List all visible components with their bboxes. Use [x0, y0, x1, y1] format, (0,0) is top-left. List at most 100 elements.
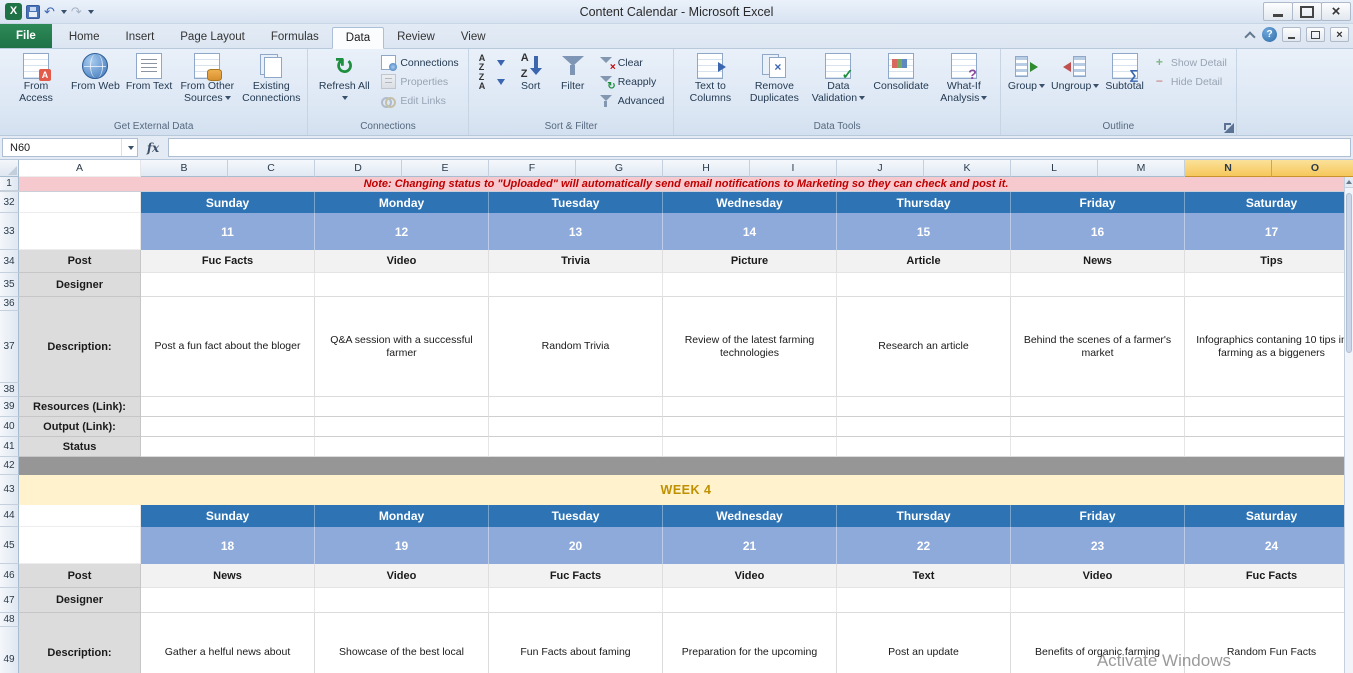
workbook-close-button[interactable] [1330, 27, 1349, 42]
description-cell[interactable]: Post an update [837, 613, 1011, 673]
undo-dropdown-icon[interactable] [60, 9, 67, 14]
row-label-cell[interactable]: Designer [19, 273, 141, 297]
vertical-scrollbar[interactable] [1344, 177, 1353, 673]
date-cell[interactable]: 13 [489, 213, 663, 250]
excel-app-icon[interactable] [5, 3, 22, 20]
row-header[interactable]: 48 [0, 613, 19, 627]
empty-cell[interactable] [663, 273, 837, 297]
column-header[interactable]: K [924, 160, 1011, 177]
day-header-cell[interactable]: Saturday [1185, 505, 1353, 527]
clear-filter-button[interactable]: Clear [596, 54, 668, 73]
post-type-cell[interactable]: Video [315, 564, 489, 588]
empty-cell[interactable] [1185, 417, 1353, 437]
row-header[interactable]: 34 [0, 250, 19, 273]
post-type-cell[interactable]: Article [837, 250, 1011, 273]
row-label-cell[interactable]: Post [19, 250, 141, 273]
date-cell[interactable]: 15 [837, 213, 1011, 250]
existing-connections-button[interactable]: Existing Connections [239, 51, 303, 120]
empty-cell[interactable] [663, 588, 837, 613]
column-header[interactable]: J [837, 160, 924, 177]
date-cell[interactable]: 24 [1185, 527, 1353, 564]
tab-home[interactable]: Home [56, 26, 113, 48]
date-cell[interactable]: 20 [489, 527, 663, 564]
column-header-selected[interactable]: O [1272, 160, 1353, 177]
post-type-cell[interactable]: News [141, 564, 315, 588]
row-header[interactable]: 42 [0, 457, 19, 475]
row-header[interactable]: 41 [0, 437, 19, 457]
post-type-cell[interactable]: Video [663, 564, 837, 588]
row-header[interactable]: 49 [0, 627, 19, 673]
day-header-cell[interactable]: Sunday [141, 505, 315, 527]
what-if-analysis-button[interactable]: What-If Analysis [932, 51, 996, 120]
close-button[interactable] [1321, 2, 1351, 21]
row-label-cell[interactable]: Output (Link): [19, 417, 141, 437]
sort-a-to-z-button[interactable] [475, 53, 508, 72]
day-header-cell[interactable]: Friday [1011, 192, 1185, 213]
tab-insert[interactable]: Insert [113, 26, 168, 48]
tab-file[interactable]: File [0, 24, 52, 48]
column-header[interactable]: D [315, 160, 402, 177]
column-header[interactable]: H [663, 160, 750, 177]
empty-cell[interactable] [663, 397, 837, 417]
empty-cell[interactable] [141, 273, 315, 297]
maximize-button[interactable] [1292, 2, 1322, 21]
empty-cell[interactable] [315, 437, 489, 457]
description-cell[interactable]: Preparation for the upcoming [663, 613, 837, 673]
row-header[interactable]: 35 [0, 273, 19, 297]
row-header[interactable]: 38 [0, 383, 19, 397]
row-header[interactable]: 44 [0, 505, 19, 527]
date-cell[interactable]: 19 [315, 527, 489, 564]
tab-page-layout[interactable]: Page Layout [167, 26, 258, 48]
insert-function-button[interactable]: fx [138, 136, 168, 159]
day-header-cell[interactable]: Thursday [837, 192, 1011, 213]
column-header[interactable]: B [141, 160, 228, 177]
consolidate-button[interactable]: Consolidate [870, 51, 931, 120]
empty-cell[interactable] [837, 273, 1011, 297]
row-header[interactable]: 39 [0, 397, 19, 417]
row-header[interactable]: 37 [0, 311, 19, 383]
empty-cell[interactable] [1011, 417, 1185, 437]
sort-z-to-a-button[interactable] [475, 72, 508, 91]
description-cell[interactable]: Gather a helful news about [141, 613, 315, 673]
row-header[interactable]: 43 [0, 475, 19, 505]
row-label-cell[interactable]: Designer [19, 588, 141, 613]
row-header[interactable]: 1 [0, 177, 19, 191]
tab-formulas[interactable]: Formulas [258, 26, 332, 48]
description-cell[interactable]: Review of the latest farming technologie… [663, 297, 837, 397]
empty-cell[interactable] [663, 417, 837, 437]
column-header[interactable]: L [1011, 160, 1098, 177]
row-label-cell[interactable]: Description: [19, 613, 141, 673]
day-header-cell[interactable]: Tuesday [489, 505, 663, 527]
tab-view[interactable]: View [448, 26, 499, 48]
advanced-filter-button[interactable]: Advanced [596, 92, 668, 109]
name-box-dropdown-icon[interactable] [121, 139, 137, 156]
row-header[interactable]: 47 [0, 588, 19, 613]
empty-cell[interactable] [1011, 588, 1185, 613]
day-header-cell[interactable]: Monday [315, 192, 489, 213]
empty-cell[interactable] [141, 397, 315, 417]
workbook-restore-button[interactable] [1306, 27, 1325, 42]
formula-input[interactable] [168, 138, 1351, 157]
week-header-cell[interactable]: WEEK 4 [19, 475, 1353, 505]
ungroup-button[interactable]: Ungroup [1048, 51, 1102, 120]
empty-cell[interactable] [489, 417, 663, 437]
empty-cell[interactable] [837, 397, 1011, 417]
tab-data[interactable]: Data [331, 27, 385, 49]
workbook-minimize-button[interactable] [1282, 27, 1301, 42]
remove-duplicates-button[interactable]: Remove Duplicates [742, 51, 806, 120]
empty-cell[interactable] [141, 588, 315, 613]
empty-cell[interactable] [489, 437, 663, 457]
row-header[interactable]: 40 [0, 417, 19, 437]
column-header[interactable]: M [1098, 160, 1185, 177]
date-cell[interactable]: 23 [1011, 527, 1185, 564]
data-validation-button[interactable]: Data Validation [806, 51, 870, 120]
row-header[interactable]: 45 [0, 527, 19, 564]
reapply-button[interactable]: Reapply [596, 73, 668, 92]
post-type-cell[interactable]: Text [837, 564, 1011, 588]
column-header-selected[interactable]: N [1185, 160, 1272, 177]
row-label-cell[interactable]: Status [19, 437, 141, 457]
empty-cell[interactable] [141, 417, 315, 437]
empty-cell[interactable] [489, 588, 663, 613]
description-cell[interactable]: Fun Facts about faming [489, 613, 663, 673]
filter-button[interactable]: Filter [552, 51, 594, 120]
